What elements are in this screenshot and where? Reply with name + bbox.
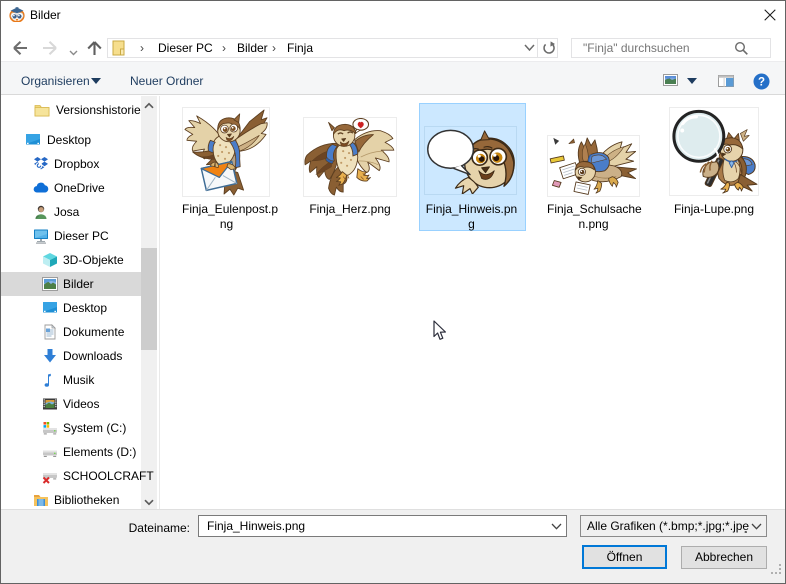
svg-text:?: ? bbox=[758, 77, 765, 89]
